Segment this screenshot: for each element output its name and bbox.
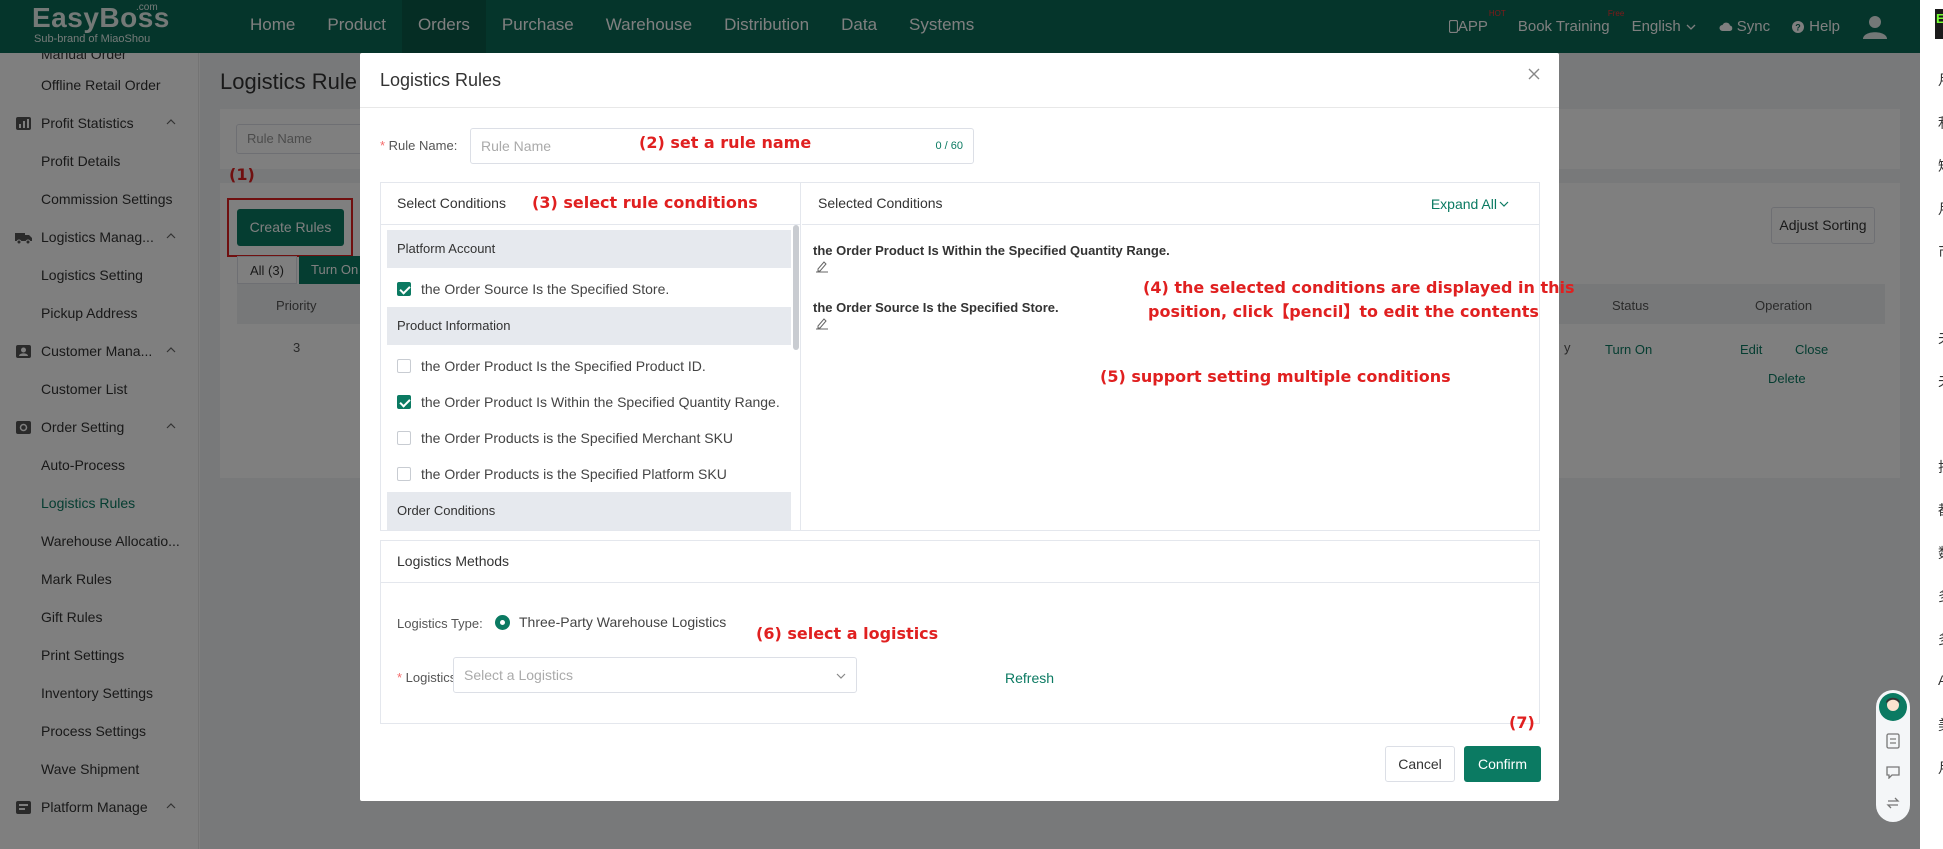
- checkbox[interactable]: [397, 359, 411, 373]
- edge-char: 多: [1938, 629, 1943, 649]
- chevron-down-icon: [836, 673, 846, 679]
- edge-char: 都: [1938, 500, 1943, 520]
- logistics-label: * Logistics:: [397, 670, 460, 685]
- group-platform-account: Platform Account: [387, 230, 791, 268]
- annotation-3: (3) select rule conditions: [532, 193, 758, 212]
- logistics-select[interactable]: Select a Logistics: [453, 657, 857, 693]
- checkbox-checked[interactable]: [397, 395, 411, 409]
- edge-char: 币: [1938, 242, 1943, 262]
- condition-order-source-store[interactable]: the Order Source Is the Specified Store.: [397, 279, 669, 299]
- conditions-scrollbar[interactable]: [793, 225, 799, 350]
- document-icon[interactable]: [1886, 733, 1900, 749]
- edge-letter: E: [1936, 11, 1943, 26]
- exchange-icon[interactable]: [1886, 796, 1900, 810]
- edge-char: 数: [1938, 543, 1943, 563]
- edge-char: 拉: [1938, 457, 1943, 477]
- pencil-icon[interactable]: [815, 316, 829, 330]
- edge-char: 月: [1938, 199, 1943, 219]
- condition-label: the Order Products is the Specified Plat…: [421, 466, 727, 482]
- required-mark: *: [397, 670, 406, 685]
- radio-selected[interactable]: [495, 614, 510, 630]
- condition-merchant-sku[interactable]: the Order Products is the Specified Merc…: [397, 428, 733, 448]
- right-edge-panel: E 月 利 短 月 币 夫 夫 拉 都 数 多 多 A 美 月: [1920, 0, 1943, 849]
- selected-conditions-title: Selected Conditions: [818, 195, 943, 211]
- edge-char: 多: [1938, 586, 1943, 606]
- logistics-type-value: Three-Party Warehouse Logistics: [519, 614, 727, 630]
- selected-condition-order-source: the Order Source Is the Specified Store.: [813, 300, 1059, 315]
- checkbox-checked[interactable]: [397, 282, 411, 296]
- refresh-link[interactable]: Refresh: [1005, 670, 1054, 686]
- edge-char: 夫: [1938, 328, 1943, 348]
- modal-header-divider: [360, 107, 1559, 108]
- select-conditions-panel: Select Conditions Platform Account the O…: [381, 183, 801, 530]
- logistics-rules-modal: Logistics Rules * Rule Name: Rule Name 0…: [360, 53, 1575, 801]
- conditions-panel: Select Conditions Platform Account the O…: [380, 182, 1540, 531]
- chevron-down-icon: [1499, 201, 1509, 207]
- edge-char: 美: [1938, 715, 1943, 735]
- logistics-label-text: Logistics:: [405, 670, 460, 685]
- condition-label: the Order Product Is the Specified Produ…: [421, 358, 706, 374]
- logistics-methods-panel: Logistics Methods Logistics Type: Three-…: [380, 540, 1540, 724]
- rule-name-placeholder: Rule Name: [481, 138, 552, 154]
- condition-label: the Order Source Is the Specified Store.: [421, 281, 670, 297]
- condition-platform-sku[interactable]: the Order Products is the Specified Plat…: [397, 464, 727, 484]
- condition-product-id[interactable]: the Order Product Is the Specified Produ…: [397, 356, 706, 376]
- message-icon[interactable]: [1886, 765, 1900, 779]
- edge-char: 月: [1938, 758, 1943, 778]
- logistics-type-label: Logistics Type:: [397, 616, 483, 631]
- close-icon[interactable]: [1527, 67, 1541, 81]
- edge-char: 利: [1938, 113, 1943, 133]
- logistics-type-radio[interactable]: Three-Party Warehouse Logistics: [495, 614, 726, 630]
- annotation-6: (6) select a logistics: [756, 624, 939, 643]
- checkbox[interactable]: [397, 467, 411, 481]
- annotation-4-line1: (4) the selected conditions are displaye…: [1143, 278, 1575, 297]
- required-mark: *: [380, 138, 389, 153]
- floating-toolbar: [1876, 690, 1910, 822]
- support-avatar-icon[interactable]: [1879, 693, 1907, 721]
- logistics-methods-title: Logistics Methods: [397, 553, 510, 569]
- annotation-5: (5) support setting multiple conditions: [1100, 367, 1451, 386]
- condition-quantity-range[interactable]: the Order Product Is Within the Specifie…: [397, 392, 780, 412]
- selected-condition-quantity-range: the Order Product Is Within the Specifie…: [813, 243, 1170, 258]
- group-order-conditions: Order Conditions: [387, 492, 791, 530]
- rule-name-label-text: Rule Name:: [388, 138, 458, 153]
- edge-char: 夫: [1938, 371, 1943, 391]
- annotation-2: (2) set a rule name: [639, 133, 812, 152]
- annotation-7: (7): [1509, 713, 1535, 732]
- expand-all-label: Expand All: [1430, 196, 1497, 212]
- confirm-button[interactable]: Confirm: [1464, 746, 1541, 782]
- edge-char: 月: [1938, 70, 1943, 90]
- modal-title: Logistics Rules: [380, 70, 502, 90]
- rule-name-counter: 0 / 60: [935, 140, 963, 152]
- pencil-icon[interactable]: [815, 259, 829, 273]
- edge-char: 短: [1938, 156, 1943, 176]
- logistics-placeholder: Select a Logistics: [464, 667, 573, 683]
- select-conditions-title: Select Conditions: [397, 195, 506, 211]
- rule-name-label: * Rule Name:: [380, 138, 457, 153]
- condition-label: the Order Product Is Within the Specifie…: [421, 394, 780, 410]
- expand-all-toggle[interactable]: Expand All: [1431, 196, 1509, 212]
- selected-conditions-header: Selected Conditions Expand All: [802, 183, 1539, 225]
- edge-char: A: [1938, 672, 1943, 688]
- logistics-methods-header: Logistics Methods: [381, 541, 1539, 583]
- checkbox[interactable]: [397, 431, 411, 445]
- cancel-button[interactable]: Cancel: [1385, 746, 1455, 782]
- condition-label: the Order Products is the Specified Merc…: [421, 430, 734, 446]
- group-product-information: Product Information: [387, 307, 791, 345]
- annotation-4-line2: position, click【pencil】to edit the conte…: [1148, 302, 1539, 321]
